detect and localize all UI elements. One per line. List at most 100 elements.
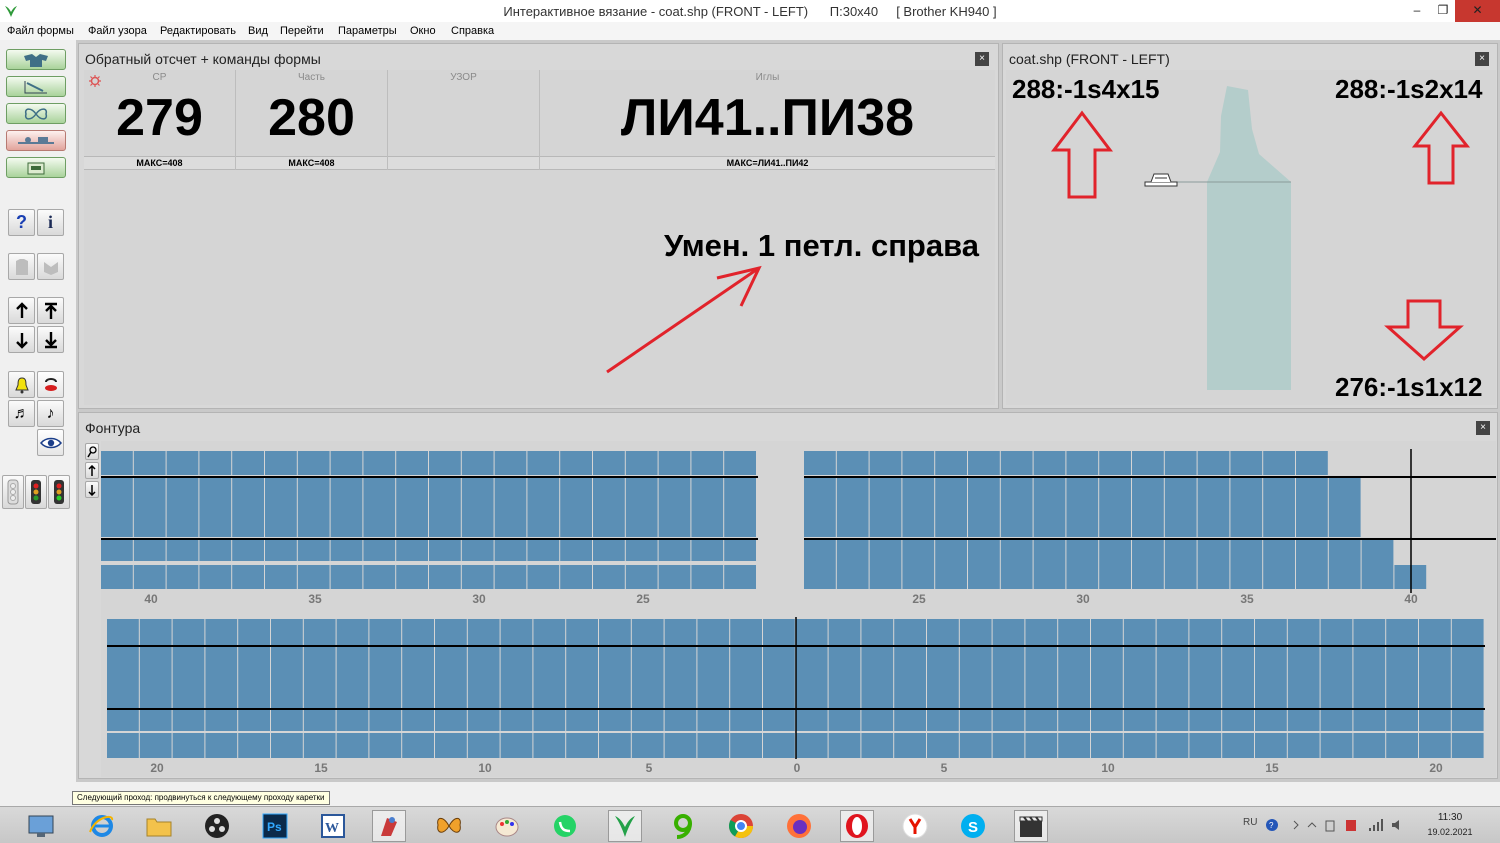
question-icon: ?	[16, 212, 27, 232]
needle-cell	[1000, 565, 1033, 589]
traffic-light-off-button[interactable]	[2, 475, 24, 509]
increase-right-arrow-icon	[1411, 110, 1471, 185]
carriage-icon	[18, 136, 54, 144]
taskbar-paint[interactable]	[490, 810, 524, 842]
taskbar-ie[interactable]	[85, 810, 119, 842]
tray-language[interactable]: RU	[1243, 817, 1257, 828]
bell-icon	[14, 376, 29, 393]
zoom-button[interactable]	[85, 443, 99, 460]
music-button[interactable]: ♬	[8, 400, 35, 427]
sound-button[interactable]: ♪	[37, 400, 64, 427]
workspace: Обратный отсчет + команды формы × СР 279…	[76, 40, 1500, 782]
taskbar-photoshop[interactable]: Ps	[258, 810, 292, 842]
pattern-button[interactable]	[6, 103, 66, 124]
needlebed-up-button[interactable]	[85, 462, 99, 479]
info-button[interactable]: i	[37, 209, 64, 236]
needle-number: 35	[1240, 592, 1254, 606]
needle-number: 35	[308, 592, 322, 606]
menu-window[interactable]: Окно	[410, 25, 436, 37]
needle-cell	[1255, 709, 1287, 731]
go-top-button[interactable]	[37, 297, 64, 324]
needle-cell	[297, 477, 330, 537]
menu-help[interactable]: Справка	[451, 25, 494, 37]
menu-go[interactable]: Перейти	[280, 25, 324, 37]
chart-button[interactable]	[6, 76, 66, 97]
step-down-button[interactable]	[8, 326, 35, 353]
needlebed-down-button[interactable]	[85, 481, 99, 498]
menu-file-pattern[interactable]: Файл узора	[88, 25, 147, 37]
taskbar-app-red[interactable]	[372, 810, 406, 842]
close-window-button[interactable]: ✕	[1455, 0, 1500, 22]
needle-cell	[959, 709, 992, 731]
needle-cell	[330, 565, 363, 589]
taskbar-firefox[interactable]	[782, 810, 816, 842]
needle-cell	[763, 709, 795, 731]
needle-cell	[1451, 733, 1484, 758]
taskbar-obs[interactable]	[200, 810, 234, 842]
traffic-light-red-button[interactable]	[25, 475, 47, 509]
needle-cell	[1099, 451, 1131, 475]
menu-edit[interactable]: Редактировать	[160, 25, 236, 37]
back-piece-button[interactable]	[37, 253, 64, 280]
help-button[interactable]: ?	[8, 209, 35, 236]
needle-cell	[467, 709, 500, 731]
shape-panel-close-button[interactable]: ×	[1475, 52, 1489, 66]
countdown-panel-close-button[interactable]: ×	[975, 52, 989, 66]
taskbar-whatsapp[interactable]	[548, 810, 582, 842]
taskbar-word[interactable]: W	[316, 810, 350, 842]
garment-button[interactable]	[6, 49, 66, 70]
needle-cell	[232, 451, 264, 475]
taskbar-video-editor[interactable]	[1014, 810, 1048, 842]
machine-button[interactable]	[6, 157, 66, 178]
taskbar-skype[interactable]: S	[956, 810, 990, 842]
bell-button[interactable]	[8, 371, 35, 398]
taskbar-opera[interactable]	[840, 810, 874, 842]
needle-cell	[1386, 646, 1418, 708]
front-piece-button[interactable]	[8, 253, 35, 280]
tray-clock-date[interactable]: 19.02.2021	[1422, 827, 1478, 837]
needle-cell	[763, 733, 795, 758]
needle-cell	[101, 477, 133, 537]
view-button[interactable]	[37, 429, 64, 456]
go-bottom-button[interactable]	[37, 326, 64, 353]
taskbar-knitting-app[interactable]	[608, 810, 642, 842]
tray-clock-time[interactable]: 11:30	[1425, 812, 1475, 823]
taskbar-explorer[interactable]	[142, 810, 176, 842]
menu-options[interactable]: Параметры	[338, 25, 397, 37]
minimize-button[interactable]: –	[1402, 0, 1432, 22]
needle-cell	[1287, 619, 1320, 645]
taskbar-yandex[interactable]	[898, 810, 932, 842]
step-up-button[interactable]	[8, 297, 35, 324]
needle-cell	[625, 539, 658, 561]
row-counter-label: СР	[152, 72, 167, 83]
menu-view[interactable]: Вид	[248, 25, 268, 37]
taskbar-start-button[interactable]	[24, 810, 58, 842]
needle-cell	[1091, 619, 1123, 645]
taskbar-green-app[interactable]	[666, 810, 700, 842]
needle-cell	[297, 565, 330, 589]
needle-cell	[902, 565, 935, 589]
bottom-needle-block	[107, 617, 1485, 759]
needle-cell	[1230, 539, 1263, 565]
traffic-light-green-button[interactable]	[48, 475, 70, 509]
taskbar-butterfly-app[interactable]	[432, 810, 466, 842]
needlebed-panel-close-button[interactable]: ×	[1476, 421, 1490, 435]
taskbar-chrome[interactable]	[724, 810, 758, 842]
voice-button[interactable]	[37, 371, 64, 398]
eye-icon	[39, 437, 62, 448]
needle-cell	[959, 733, 992, 758]
needle-cell	[1353, 733, 1386, 758]
maximize-button[interactable]: ❐	[1432, 0, 1454, 22]
needle-cell	[1091, 709, 1123, 731]
needle-cell	[271, 646, 303, 708]
needle-cell	[336, 619, 369, 645]
menu-bar: Файл формы Файл узора Редактировать Вид …	[0, 22, 1500, 40]
needle-cell	[631, 619, 664, 645]
carriage-button[interactable]	[6, 130, 66, 151]
needle-cell	[205, 733, 238, 758]
menu-file-shape[interactable]: Файл формы	[7, 25, 74, 37]
needle-cell	[804, 539, 836, 565]
needle-cell	[902, 539, 935, 565]
needle-cell	[336, 709, 369, 731]
needle-cell	[1386, 709, 1418, 731]
